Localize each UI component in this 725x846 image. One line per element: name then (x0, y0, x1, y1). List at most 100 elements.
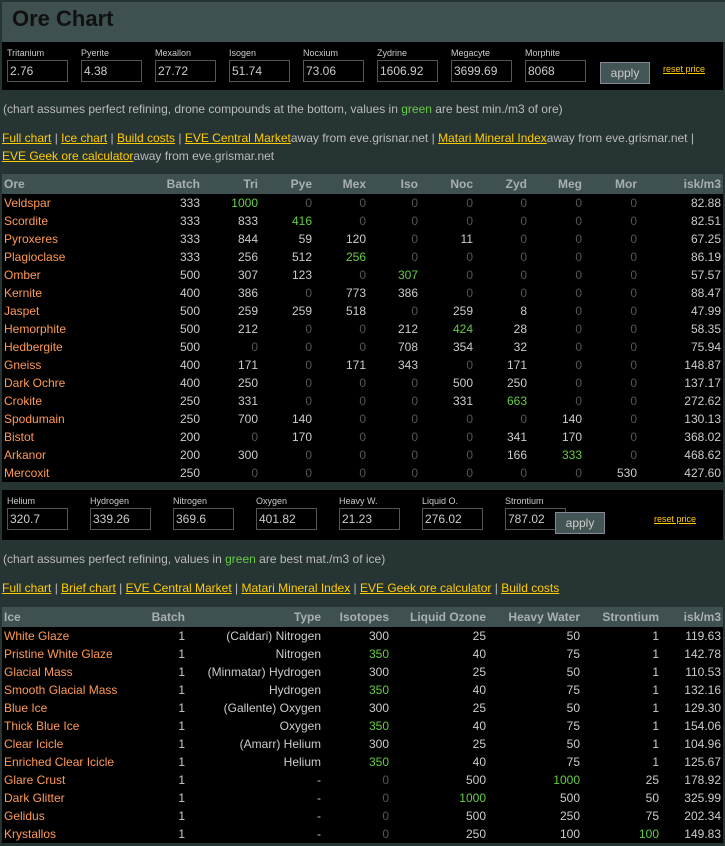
price-label: Mexallon (155, 48, 192, 58)
price-input[interactable]: 401.82 (256, 508, 317, 530)
reset-price-link[interactable]: reset price (663, 64, 705, 74)
yield-cell: 0 (466, 196, 473, 210)
link-matari[interactable]: Matari Mineral Index (241, 581, 350, 595)
table-row: Hedbergite 500 0 0 0 708 354 32 0 0 75.94 (2, 338, 723, 356)
price-input[interactable]: 1606.92 (377, 60, 438, 82)
price-input[interactable]: 73.06 (303, 60, 364, 82)
link-build-costs[interactable]: Build costs (501, 581, 559, 595)
price-input[interactable]: 276.02 (422, 508, 483, 530)
yield-cell: 0 (575, 322, 582, 336)
yield-cell: 0 (411, 466, 418, 480)
column-header: Zyd (475, 174, 529, 194)
item-name: Bistot (4, 430, 35, 444)
yield-cell: 708 (397, 340, 418, 354)
item-name: Mercoxit (4, 466, 50, 480)
yield-cell: 0 (251, 430, 258, 444)
isk-per-m3-cell: 149.83 (684, 827, 721, 841)
ice-note: (chart assumes perfect refining, values … (3, 552, 385, 566)
yield-cell: 700 (237, 412, 258, 426)
yield-cell: 0 (630, 304, 637, 318)
batch-cell: 200 (179, 430, 200, 444)
yield-cell: 500 (465, 809, 486, 823)
batch-cell: 400 (179, 286, 200, 300)
item-name: Jaspet (4, 304, 40, 318)
isk-per-m3-cell: 132.16 (684, 683, 721, 697)
column-header: Isotopes (323, 607, 391, 627)
link-ice-chart[interactable]: Ice chart (61, 131, 107, 145)
link-brief-chart[interactable]: Brief chart (61, 581, 116, 595)
isk-per-m3-cell: 178.92 (684, 773, 721, 787)
table-row: White Glaze 1 (Caldari) Nitrogen 300 25 50 1 11… (2, 627, 723, 645)
yield-cell: 259 (452, 304, 473, 318)
table-row: Glacial Mass 1 (Minmatar) Hydrogen 300 25 50 1… (2, 663, 723, 681)
yield-cell: 0 (466, 214, 473, 228)
sep: | (51, 581, 62, 595)
yield-cell: 350 (368, 683, 389, 697)
apply-button[interactable]: apply (555, 512, 605, 534)
link-eve-central[interactable]: EVE Central Market (185, 131, 291, 145)
yield-cell: 833 (237, 214, 258, 228)
batch-cell: 1 (178, 701, 185, 715)
yield-cell: 354 (452, 340, 473, 354)
type-cell: - (317, 791, 321, 805)
yield-cell: 1 (652, 719, 659, 733)
item-name: Plagioclase (4, 250, 66, 264)
price-input[interactable]: 3699.69 (451, 60, 512, 82)
price-input[interactable]: 4.38 (81, 60, 142, 82)
link-build-costs[interactable]: Build costs (117, 131, 175, 145)
yield-cell: 0 (630, 322, 637, 336)
price-input[interactable]: 369.6 (173, 508, 234, 530)
table-row: Glare Crust 1 - 0 500 1000 25 178.92 (2, 771, 723, 789)
yield-cell: 259 (291, 304, 312, 318)
yield-cell: 0 (575, 196, 582, 210)
yield-cell: 416 (291, 214, 312, 228)
price-input[interactable]: 339.26 (90, 508, 151, 530)
ice-links: Full chart | Brief chart | EVE Central M… (2, 579, 702, 597)
link-eve-geek[interactable]: EVE Geek ore calculator (360, 581, 491, 595)
link-matari[interactable]: Matari Mineral Index (438, 131, 547, 145)
item-name: Omber (4, 268, 41, 282)
link-full-chart[interactable]: Full chart (2, 131, 51, 145)
yield-cell: 424 (452, 322, 473, 336)
column-header: Ore (2, 174, 147, 194)
table-row: Pyroxeres 333 844 59 120 0 11 0 0 0 67.25 (2, 230, 723, 248)
yield-cell: 50 (566, 665, 580, 679)
batch-cell: 1 (178, 827, 185, 841)
link-eve-geek[interactable]: EVE Geek ore calculator (2, 149, 133, 163)
column-header: Iso (368, 174, 420, 194)
apply-button[interactable]: apply (600, 62, 650, 84)
isk-per-m3-cell: 58.35 (690, 322, 721, 336)
column-header: Batch (147, 174, 202, 194)
page-title-bar: Ore Chart (2, 2, 725, 42)
item-name: Hemorphite (4, 322, 67, 336)
link-full-chart[interactable]: Full chart (2, 581, 51, 595)
item-name: Kernite (4, 286, 43, 300)
item-name: Clear Icicle (4, 737, 64, 751)
yield-cell: 0 (305, 286, 312, 300)
yield-cell: 512 (291, 250, 312, 264)
price-label: Heavy W. (339, 496, 378, 506)
reset-price-link[interactable]: reset price (654, 514, 696, 524)
price-label: Nitrogen (173, 496, 208, 506)
link-eve-central[interactable]: EVE Central Market (126, 581, 232, 595)
type-cell: - (317, 827, 321, 841)
price-field: Oxygen 401.82 (256, 496, 317, 530)
yield-cell: 1 (652, 647, 659, 661)
price-input[interactable]: 51.74 (229, 60, 290, 82)
yield-cell: 0 (411, 196, 418, 210)
price-input[interactable]: 8068 (525, 60, 586, 82)
isk-per-m3-cell: 82.88 (690, 196, 721, 210)
batch-cell: 1 (178, 665, 185, 679)
price-input[interactable]: 320.7 (7, 508, 68, 530)
price-input[interactable]: 2.76 (7, 60, 68, 82)
price-input[interactable]: 21.23 (339, 508, 400, 530)
ice-table: Ice Batch Type Isotopes Liquid Ozone Heavy Wa… (2, 607, 723, 843)
ice-price-form: Helium 320.7 Hydrogen 339.26 Nitrogen 369.6 Ox… (2, 490, 723, 540)
yield-cell: 8 (520, 304, 527, 318)
table-row: Gelidus 1 - 0 500 250 75 202.34 (2, 807, 723, 825)
yield-cell: 250 (559, 809, 580, 823)
yield-cell: 0 (630, 394, 637, 408)
table-row: Thick Blue Ice 1 Oxygen 350 40 75 1 154.06 (2, 717, 723, 735)
price-label: Tritanium (7, 48, 45, 58)
price-input[interactable]: 27.72 (155, 60, 216, 82)
